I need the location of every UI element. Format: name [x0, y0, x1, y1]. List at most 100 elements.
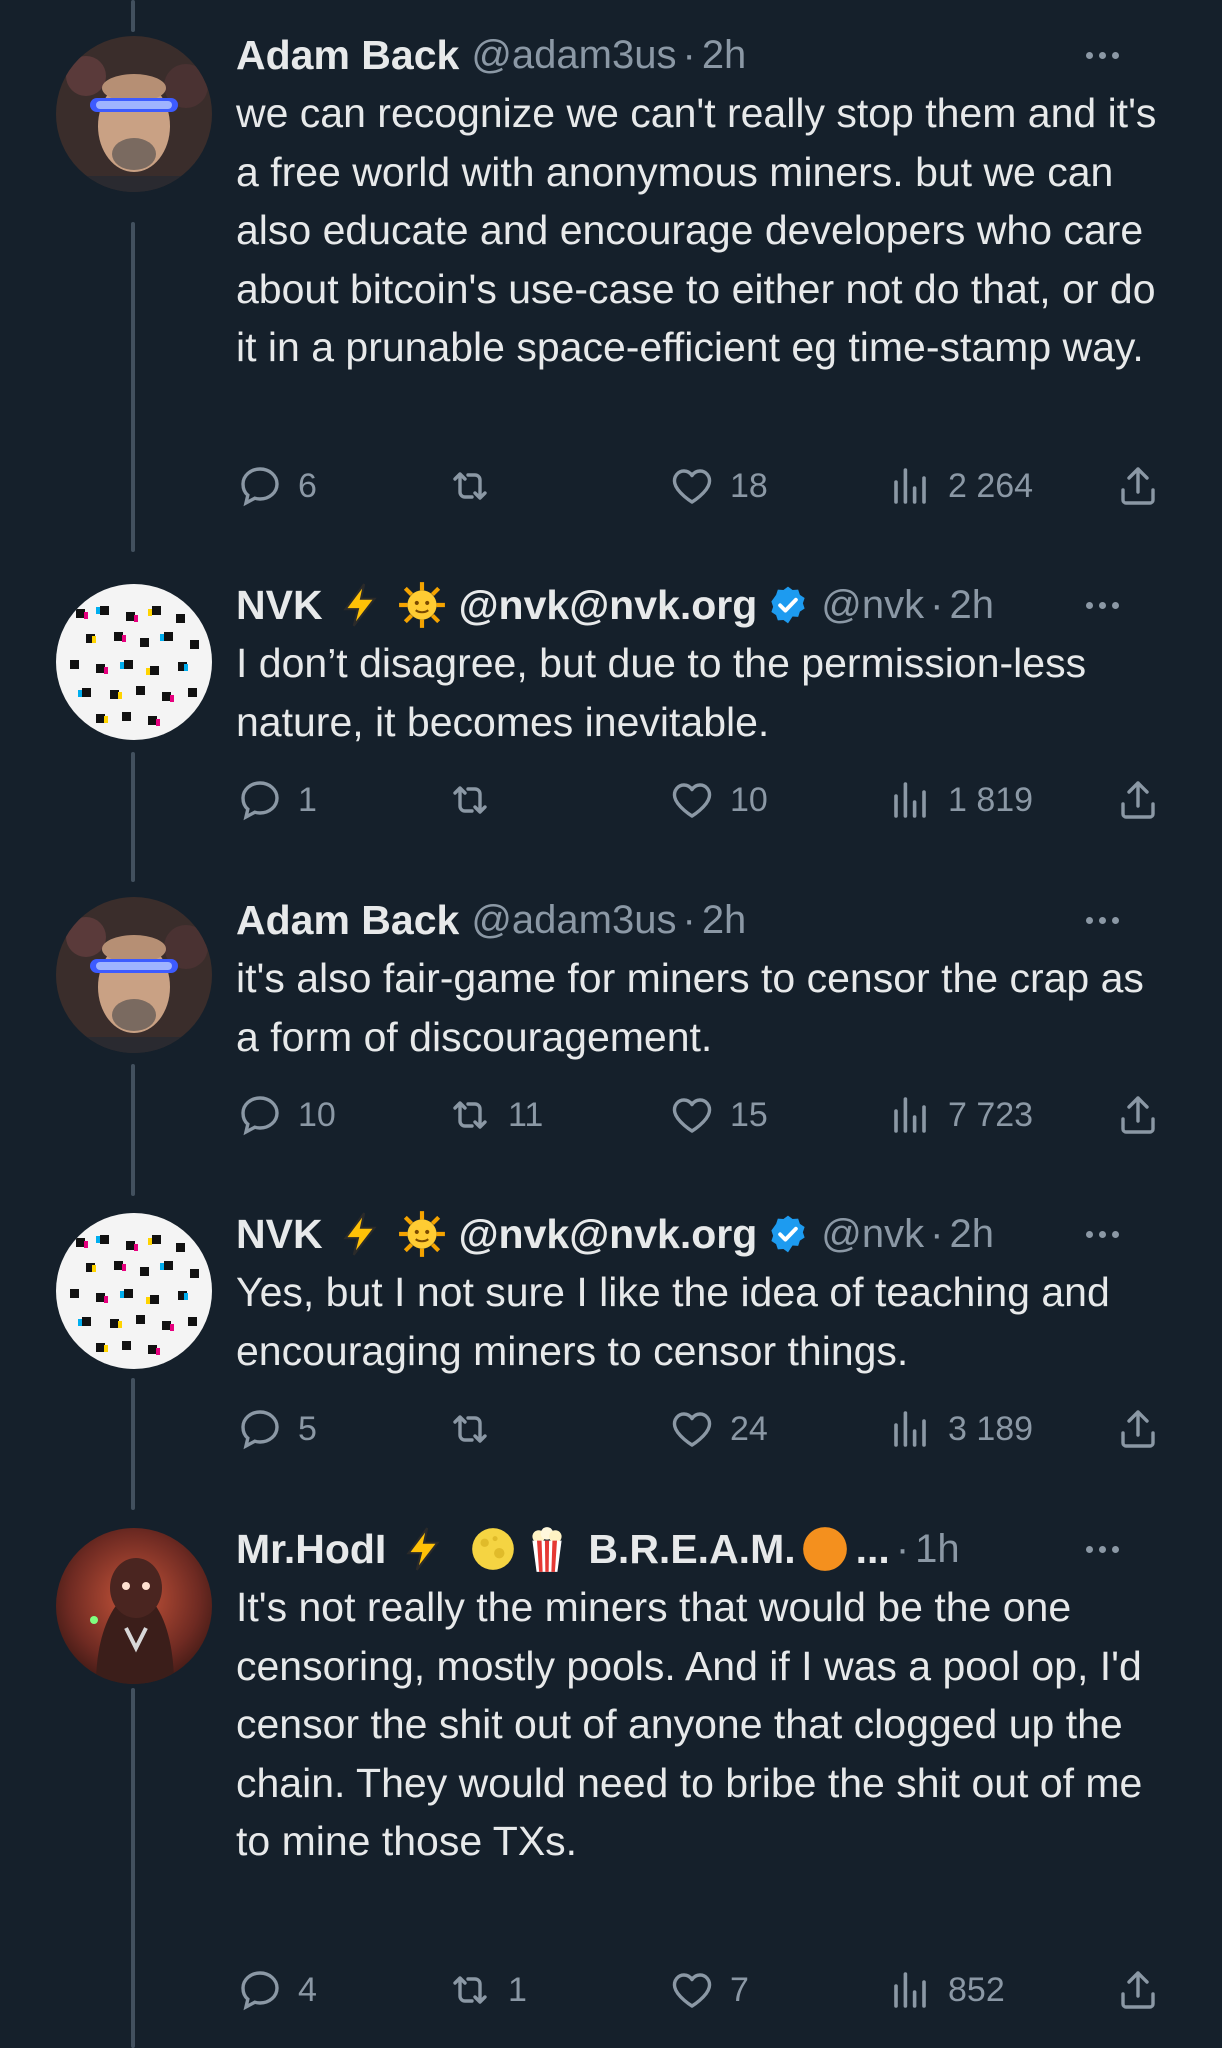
author-name[interactable]: Mr.HodI	[236, 1526, 386, 1573]
full-moon-emoji	[468, 1524, 518, 1574]
share-icon	[1121, 1410, 1155, 1448]
author-handle[interactable]: @adam3us	[471, 898, 676, 943]
tweet[interactable]: Adam Back @adam3us · 2h we can recognize…	[0, 0, 1222, 550]
avatar[interactable]	[56, 1528, 212, 1684]
share-button[interactable]	[1114, 458, 1162, 514]
tweet[interactable]: NVK @nvk@nvk.org @nvk · 2h I don’t disag…	[0, 550, 1222, 865]
share-icon	[1121, 1096, 1155, 1134]
more-icon[interactable]	[1072, 1205, 1132, 1263]
author-name[interactable]: NVK	[236, 1211, 323, 1258]
separator-dot: ·	[682, 32, 696, 77]
more-icon[interactable]	[1072, 576, 1132, 634]
author-display-handle: @nvk@nvk.org	[458, 1210, 758, 1257]
reply-count: 1	[298, 780, 317, 819]
heart-icon	[672, 469, 712, 504]
sun-face-emoji	[397, 1209, 447, 1259]
views-button[interactable]: 7 723	[886, 1087, 1033, 1143]
avatar[interactable]	[56, 584, 212, 740]
timestamp[interactable]: 2h	[949, 583, 994, 628]
timestamp[interactable]: 2h	[702, 33, 747, 78]
reply-button[interactable]: 4	[236, 1962, 317, 2018]
author-handle[interactable]: @nvk	[821, 1212, 924, 1257]
views-button[interactable]: 1 819	[886, 772, 1033, 828]
heart-icon	[672, 1412, 712, 1447]
retweet-icon	[453, 786, 487, 814]
reply-button[interactable]: 1	[236, 772, 317, 828]
like-button[interactable]: 10	[668, 772, 768, 828]
reply-button[interactable]: 10	[236, 1087, 336, 1143]
sun-face-emoji	[397, 580, 447, 630]
views-icon	[894, 1411, 926, 1447]
author-display-handle: @nvk@nvk.org	[458, 581, 758, 628]
reply-icon	[241, 1410, 279, 1450]
verified-badge-icon	[767, 584, 809, 626]
view-count: 7 723	[948, 1095, 1034, 1134]
tweet[interactable]: NVK @nvk@nvk.org @nvk · 2h Yes, but I no…	[0, 1179, 1222, 1494]
tweet-text: we can recognize we can't really stop th…	[236, 90, 1157, 370]
share-button[interactable]	[1114, 1962, 1162, 2018]
reply-icon	[241, 781, 279, 821]
view-count: 2 264	[948, 466, 1034, 505]
more-icon[interactable]	[1072, 1520, 1132, 1578]
like-button[interactable]: 18	[668, 458, 768, 514]
tweet-text: Yes, but I not sure I like the idea of t…	[236, 1269, 1110, 1374]
view-count: 3 189	[948, 1409, 1034, 1448]
timestamp[interactable]: 2h	[949, 1212, 994, 1257]
retweet-icon	[453, 1415, 487, 1443]
tweet-text: I don’t disagree, but due to the permiss…	[236, 640, 1087, 745]
share-button[interactable]	[1114, 1087, 1162, 1143]
lightning-emoji	[335, 580, 385, 630]
timestamp[interactable]: 2h	[702, 898, 747, 943]
share-icon	[1121, 1971, 1155, 2009]
separator-dot: ·	[895, 1526, 910, 1571]
retweet-button[interactable]	[446, 1401, 508, 1457]
like-button[interactable]: 15	[668, 1087, 768, 1143]
share-button[interactable]	[1114, 772, 1162, 828]
reply-count: 6	[298, 466, 317, 505]
tweet[interactable]: Mr.HodI B.R.E.A.M. ... · 1h It's not rea…	[0, 1494, 1222, 2048]
reply-icon	[241, 1971, 279, 2011]
author-name[interactable]: Adam Back	[236, 32, 459, 79]
like-count: 7	[730, 1970, 749, 2009]
reply-count: 10	[298, 1095, 336, 1134]
more-icon[interactable]	[1072, 26, 1132, 84]
views-icon	[894, 1097, 926, 1133]
heart-icon	[672, 1973, 712, 2008]
author-handle[interactable]: @adam3us	[471, 33, 676, 78]
like-button[interactable]: 24	[668, 1401, 768, 1457]
avatar[interactable]	[56, 36, 212, 192]
views-button[interactable]: 3 189	[886, 1401, 1033, 1457]
like-count: 18	[730, 466, 768, 505]
retweet-icon	[453, 1101, 487, 1129]
views-icon	[894, 782, 926, 818]
share-icon	[1121, 467, 1155, 505]
reply-button[interactable]: 6	[236, 458, 317, 514]
author-name[interactable]: NVK	[236, 582, 323, 629]
verified-badge-icon	[767, 1213, 809, 1255]
heart-icon	[672, 1098, 712, 1133]
author-handle[interactable]: @nvk	[821, 583, 924, 628]
retweet-button[interactable]: 1	[446, 1962, 527, 2018]
views-button[interactable]: 2 264	[886, 458, 1033, 514]
retweet-count: 11	[508, 1095, 544, 1134]
reply-icon	[241, 467, 279, 507]
retweet-icon	[453, 1976, 487, 2004]
more-icon[interactable]	[1072, 891, 1132, 949]
reply-button[interactable]: 5	[236, 1401, 317, 1457]
views-button[interactable]: 852	[886, 1962, 1005, 2018]
reply-count: 5	[298, 1409, 317, 1448]
avatar[interactable]	[56, 897, 212, 1053]
heart-icon	[672, 783, 712, 818]
retweet-button[interactable]: 11	[446, 1087, 543, 1143]
tweet[interactable]: Adam Back @adam3us · 2h it's also fair-g…	[0, 865, 1222, 1179]
tweet-text: It's not really the miners that would be…	[236, 1584, 1143, 1864]
retweet-button[interactable]	[446, 458, 508, 514]
separator-dot: ·	[682, 897, 696, 942]
retweet-button[interactable]	[446, 772, 508, 828]
like-button[interactable]: 7	[668, 1962, 749, 2018]
separator-dot: ·	[930, 1211, 944, 1256]
share-button[interactable]	[1114, 1401, 1162, 1457]
avatar[interactable]	[56, 1213, 212, 1369]
author-name[interactable]: Adam Back	[236, 897, 459, 944]
timestamp[interactable]: 1h	[915, 1527, 960, 1572]
